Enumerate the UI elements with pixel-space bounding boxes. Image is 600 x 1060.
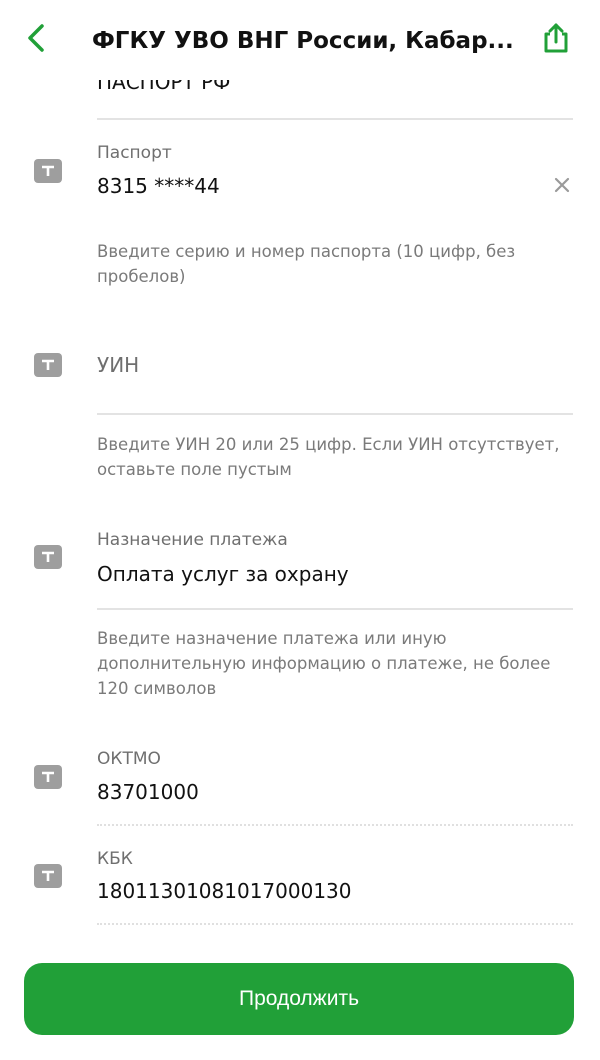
uin-input[interactable]: УИН [97,353,139,377]
divider [97,923,573,925]
share-button[interactable] [536,20,576,60]
passport-hint: Введите серию и номер паспорта (10 цифр,… [97,242,516,286]
text-field-icon [34,353,62,377]
purpose-input[interactable]: Оплата услуг за охрану [97,562,349,586]
continue-button[interactable]: Продолжить [24,963,574,1035]
oktmo-label: ОКТМО [97,749,161,769]
chevron-left-icon [25,23,47,57]
text-field-icon [34,545,62,569]
oktmo-value: 83701000 [97,780,199,804]
kbk-label: КБК [97,849,133,869]
divider [97,824,573,826]
back-button[interactable] [18,22,54,58]
divider [97,413,573,415]
app-header: ФГКУ УВО ВНГ России, Кабар... [0,0,600,80]
page-title: ФГКУ УВО ВНГ России, Кабар... [92,28,514,54]
purpose-hint: Введите назначение платежа или иную допо… [97,629,551,698]
text-field-icon [34,159,62,183]
passport-label: Паспорт [97,143,172,163]
text-field-icon [34,765,62,789]
uin-hint: Введите УИН 20 или 25 цифр. Если УИН отс… [97,435,560,479]
kbk-value: 18011301081017000130 [97,879,352,903]
divider [97,118,573,120]
clear-button[interactable] [548,173,576,201]
close-icon [554,177,570,197]
divider [97,608,573,610]
text-field-icon [34,864,62,888]
passport-input[interactable]: 8315 ****44 [97,174,220,198]
purpose-label: Назначение платежа [97,530,288,550]
share-icon [541,22,571,58]
